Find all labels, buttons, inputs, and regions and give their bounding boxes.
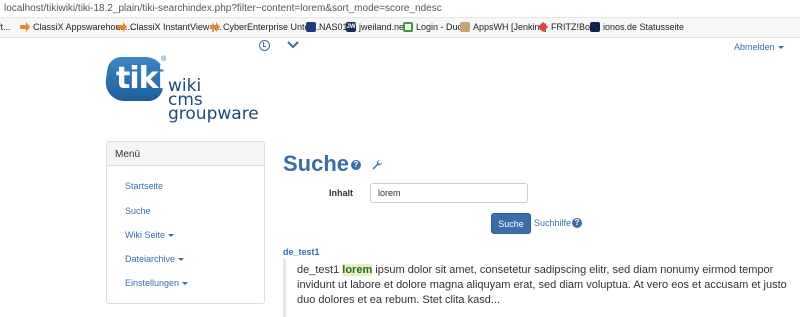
bookmark-fritzbox[interactable]: FRITZ!Box [538, 22, 595, 32]
url-text[interactable]: localhost/tikiwiki/tiki-18.2_plain/tiki-… [4, 3, 442, 14]
help-icon[interactable]: ? [351, 160, 361, 170]
snippet-text-before: de_test1 [297, 264, 343, 276]
bookmark-label: NAS01 [319, 22, 348, 32]
search-button[interactable]: Suche [491, 213, 531, 234]
help-icon[interactable]: ? [572, 218, 582, 228]
bookmark-label: ft... [0, 22, 11, 32]
bookmark-appswh-jenkins[interactable]: AppsWH [Jenkins] [460, 22, 547, 32]
nas-icon [306, 22, 316, 32]
bookmark-ionos[interactable]: ionos.de Statusseite [590, 22, 684, 32]
menu-item-einstellungen[interactable]: Einstellungen [125, 278, 189, 288]
menu-title: Menü [107, 142, 264, 166]
logout-menu[interactable]: Abmelden [734, 42, 784, 52]
bookmark-label: FRITZ!Box [551, 22, 595, 32]
menu-item-wiki-seite[interactable]: Wiki Seite [125, 230, 175, 240]
caret-down-icon [178, 258, 185, 262]
bookmarks-bar: ft... ClassiX Appswarehous... ClassiX In… [0, 18, 800, 38]
duo-icon [403, 22, 413, 32]
menu-item-startseite[interactable]: Startseite [125, 181, 163, 191]
bookmark-nas01[interactable]: NAS01 [306, 22, 348, 32]
ionos-icon [590, 22, 600, 32]
clock-icon[interactable] [259, 40, 270, 51]
bookmark-arrow-icon [20, 22, 30, 32]
bookmark-label: AppsWH [Jenkins] [473, 22, 547, 32]
bookmark-label: Login - Duo [416, 22, 463, 32]
menu-item-label: Startseite [125, 181, 164, 191]
content-field-label: Inhalt [329, 188, 353, 198]
menu-item-label: Wiki Seite [125, 230, 166, 240]
bookmark-label: ionos.de Statusseite [603, 22, 685, 32]
browser-address-bar[interactable]: localhost/tikiwiki/tiki-18.2_plain/tiki-… [0, 0, 800, 18]
caret-down-icon [777, 46, 784, 50]
page-title: Suche [283, 151, 350, 176]
caret-down-icon [182, 282, 189, 286]
wrench-icon[interactable] [371, 159, 383, 171]
bookmark-jweiland[interactable]: JW jweiland.net [346, 22, 407, 32]
bookmark-classix-instantview[interactable]: ClassiX InstantView |... [117, 22, 222, 32]
menu-item-suche[interactable]: Suche [125, 206, 151, 216]
menu-item-label: Suche [125, 206, 151, 216]
registered-mark: ® [161, 56, 167, 63]
bookmark-classix-appswarehouse[interactable]: ClassiX Appswarehous... [20, 22, 133, 32]
bookmark-ft[interactable]: ft... [0, 22, 11, 32]
jenkins-icon [460, 22, 470, 32]
bookmark-arrow-icon [210, 22, 220, 32]
logo-brand: tiki [116, 61, 168, 96]
search-help-link[interactable]: Suchhilfe [534, 218, 571, 228]
fritzbox-icon [538, 22, 548, 32]
bookmark-arrow-icon [117, 22, 127, 32]
search-input[interactable] [370, 183, 528, 203]
menu-item-label: Einstellungen [125, 278, 180, 288]
bookmark-label: jweiland.net [359, 22, 407, 32]
menu-item-label: Dateiarchive [125, 254, 176, 264]
caret-down-icon [168, 234, 175, 238]
result-snippet: de_test1 lorem ipsum dolor sit amet, con… [297, 263, 787, 308]
bookmark-label: ClassiX InstantView |... [130, 22, 222, 32]
bookmark-login-duo[interactable]: Login - Duo [403, 22, 463, 32]
jw-icon: JW [346, 22, 356, 32]
menu-item-dateiarchive[interactable]: Dateiarchive [125, 254, 185, 264]
site-logo[interactable]: tiki ® wiki cms groupware [102, 55, 266, 125]
chevron-down-icon[interactable] [287, 40, 299, 50]
side-menu: Menü Startseite Suche Wiki Seite Dateiar… [106, 141, 265, 304]
logout-label: Abmelden [734, 42, 775, 52]
result-title-link[interactable]: de_test1 [283, 247, 320, 257]
search-term-highlight: lorem [342, 264, 373, 276]
logo-line-3: groupware [168, 104, 259, 124]
bookmark-cyberenterprise[interactable]: CyberEnterprise Unter... [210, 22, 320, 32]
